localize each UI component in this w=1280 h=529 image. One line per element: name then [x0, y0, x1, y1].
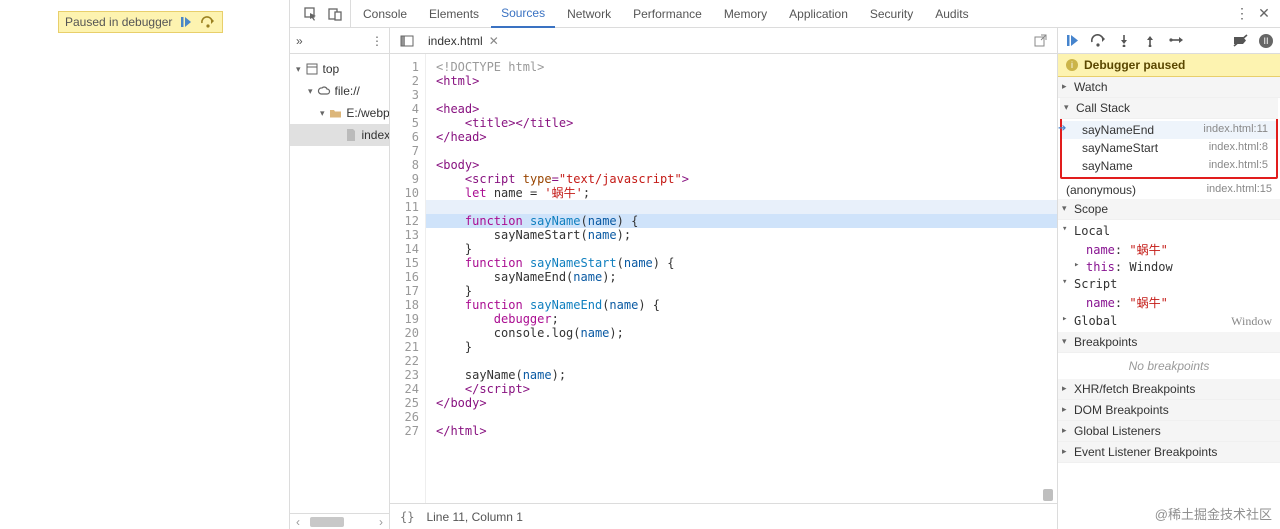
scope-local[interactable]: Local [1058, 222, 1280, 240]
tab-audits[interactable]: Audits [925, 0, 978, 27]
stack-row-anonymous[interactable]: (anonymous) index.html:15 [1058, 181, 1280, 199]
callstack-highlight-box: Call Stack sayNameEndindex.html:11sayNam… [1060, 98, 1278, 179]
devtools-window: Console Elements Sources Network Perform… [289, 0, 1280, 529]
editor-tabbar: index.html ✕ [390, 28, 1057, 54]
debug-toolbar: II [1058, 28, 1280, 54]
close-tab-icon[interactable]: ✕ [489, 34, 499, 48]
tab-security[interactable]: Security [860, 0, 923, 27]
section-event-listener-breakpoints[interactable]: Event Listener Breakpoints [1058, 442, 1280, 463]
scroll-thumb[interactable] [310, 517, 344, 527]
info-icon: i [1066, 59, 1078, 71]
file-icon [344, 128, 357, 142]
scroll-right-icon[interactable]: › [373, 515, 389, 529]
inspect-device-toggles [296, 0, 351, 27]
close-icon[interactable]: ✕ [1254, 5, 1274, 22]
debugger-accordion: Watch Call Stack sayNameEndindex.html:11… [1058, 77, 1280, 529]
tree-origin[interactable]: ▾ file:// [290, 80, 389, 102]
tab-network[interactable]: Network [557, 0, 621, 27]
step-over-icon[interactable] [1090, 33, 1106, 49]
folder-icon [329, 106, 343, 120]
cloud-icon [317, 84, 331, 98]
scope-global[interactable]: Global Window [1058, 312, 1280, 330]
section-xhr-breakpoints[interactable]: XHR/fetch Breakpoints [1058, 379, 1280, 400]
device-toolbar-icon[interactable] [328, 7, 342, 21]
debugger-panel: II i Debugger paused Watch Call Stack sa… [1058, 28, 1280, 529]
navigator-hscroll[interactable]: ‹ › [290, 513, 389, 529]
section-breakpoints[interactable]: Breakpoints [1058, 332, 1280, 353]
tab-elements[interactable]: Elements [419, 0, 489, 27]
scope-var[interactable]: name: "蜗牛" [1058, 240, 1280, 259]
navigator-toolbar: » ⋮ [290, 28, 389, 54]
tab-application[interactable]: Application [779, 0, 858, 27]
sources-navigator: » ⋮ ▾ top ▾ file:// ▾ E:/webp [290, 28, 390, 529]
tab-memory[interactable]: Memory [714, 0, 777, 27]
tree-top[interactable]: ▾ top [290, 58, 389, 80]
navigator-kebab-icon[interactable]: ⋮ [371, 34, 383, 48]
resume-mini-icon[interactable] [178, 14, 194, 30]
editor-file-name: index.html [428, 34, 483, 48]
section-global-listeners[interactable]: Global Listeners [1058, 421, 1280, 442]
tree-file-index[interactable]: index [290, 124, 389, 146]
tab-console[interactable]: Console [353, 0, 417, 27]
debugger-paused-banner: i Debugger paused [1058, 54, 1280, 77]
pause-exceptions-icon[interactable]: II [1258, 33, 1274, 49]
window-icon [305, 62, 319, 76]
scope-body: Local name: "蜗牛"this: Window Script name… [1058, 220, 1280, 332]
paused-label-text: Paused in debugger [65, 15, 172, 29]
step-out-icon[interactable] [1142, 33, 1158, 49]
section-watch[interactable]: Watch [1058, 77, 1280, 98]
tree-folder[interactable]: ▾ E:/webp [290, 102, 389, 124]
scope-script[interactable]: Script [1058, 275, 1280, 293]
editor-status-bar: {} Line 11, Column 1 [390, 503, 1057, 529]
code-area[interactable]: <!DOCTYPE html><html><head> <title></tit… [426, 54, 1057, 503]
devtools-tabbar: Console Elements Sources Network Perform… [290, 0, 1280, 28]
navigator-more-icon[interactable]: » [296, 34, 303, 48]
scope-var[interactable]: name: "蜗牛" [1058, 293, 1280, 312]
cursor-position: Line 11, Column 1 [426, 510, 523, 524]
format-icon[interactable]: {} [400, 510, 414, 524]
tab-performance[interactable]: Performance [623, 0, 712, 27]
stack-row[interactable]: sayNameindex.html:5 [1062, 157, 1276, 175]
code-editor[interactable]: 1234567891011121314151617181920212223242… [390, 54, 1057, 503]
line-gutter: 1234567891011121314151617181920212223242… [390, 54, 426, 503]
section-callstack[interactable]: Call Stack [1060, 98, 1278, 119]
kebab-menu-icon[interactable]: ⋮ [1232, 5, 1252, 22]
editor-pane: index.html ✕ 123456789101112131415161718… [390, 28, 1058, 529]
editor-vscroll[interactable] [1043, 54, 1057, 503]
step-over-mini-icon[interactable] [200, 14, 216, 30]
stack-row[interactable]: sayNameStartindex.html:8 [1062, 139, 1276, 157]
resume-icon[interactable] [1064, 33, 1080, 49]
toggle-navigator-icon[interactable] [394, 35, 420, 47]
navigator-tree: ▾ top ▾ file:// ▾ E:/webp index [290, 54, 389, 513]
tab-sources[interactable]: Sources [491, 1, 555, 28]
popout-icon[interactable] [1028, 34, 1053, 47]
breakpoints-empty: No breakpoints [1058, 353, 1280, 379]
stack-row[interactable]: sayNameEndindex.html:11 [1062, 121, 1276, 139]
scroll-left-icon[interactable]: ‹ [290, 515, 306, 529]
inspect-element-icon[interactable] [304, 7, 318, 21]
section-scope[interactable]: Scope [1058, 199, 1280, 220]
section-dom-breakpoints[interactable]: DOM Breakpoints [1058, 400, 1280, 421]
deactivate-breakpoints-icon[interactable] [1232, 33, 1248, 49]
scope-var[interactable]: this: Window [1058, 259, 1280, 275]
editor-file-tab[interactable]: index.html ✕ [420, 28, 507, 53]
callstack-body: sayNameEndindex.html:11sayNameStartindex… [1062, 119, 1276, 177]
step-into-icon[interactable] [1116, 33, 1132, 49]
paused-in-debugger-overlay: Paused in debugger [58, 11, 223, 33]
step-icon[interactable] [1168, 33, 1184, 49]
